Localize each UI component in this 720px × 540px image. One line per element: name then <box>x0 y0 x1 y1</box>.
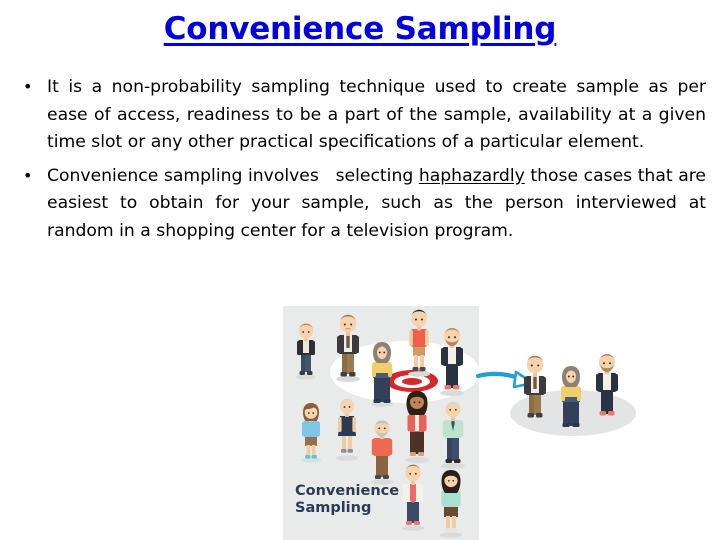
bullet-item-2: Convenience sampling involves selecting … <box>14 162 706 246</box>
slide-body: It is a non-probability sampling techniq… <box>14 73 706 251</box>
illustration-caption-line2: Sampling <box>295 500 372 516</box>
crowd-person-12-woman-mint <box>435 469 467 539</box>
crowd-person-2 <box>331 313 365 383</box>
crowd-person-7-woman-navy-dress <box>331 396 363 462</box>
crowd-person-1 <box>291 322 321 380</box>
crowd-person-4-red-shirt <box>403 308 435 378</box>
bullet-list: It is a non-probability sampling techniq… <box>14 73 706 246</box>
page-title-text: Convenience Sampling <box>163 11 557 47</box>
bullet-1-text: It is a non-probability sampling techniq… <box>47 77 706 152</box>
crowd-person-9-woman-dark-hair <box>400 390 434 464</box>
illustration-caption-line1: Convenience <box>295 483 400 499</box>
crowd-person-3-hijab <box>366 340 398 408</box>
bullet-2-underlined-word: haphazardly <box>418 165 525 186</box>
crowd-person-5-beard <box>435 327 469 397</box>
bullet-2-text-before: Convenience sampling involves selecting <box>47 165 419 186</box>
convenience-sampling-illustration: Convenience Sampling <box>283 306 720 540</box>
crowd-person-10-man-green-tie <box>436 398 470 470</box>
bullseye-ring-inner <box>402 377 422 385</box>
selected-person-3-beard <box>590 353 624 423</box>
slide-canvas: Convenience Sampling It is a non-probabi… <box>0 0 720 540</box>
crowd-person-11-man-pink-shirt <box>397 462 429 532</box>
crowd-person-8-man-orange <box>366 418 398 486</box>
selected-person-2-hijab <box>555 364 587 432</box>
page-title: Convenience Sampling <box>0 11 720 48</box>
bullet-item-1: It is a non-probability sampling techniq… <box>14 73 706 157</box>
crowd-person-6-woman-blue <box>296 402 326 464</box>
illustration-caption: Convenience Sampling <box>295 483 399 517</box>
selected-person-1 <box>518 354 552 424</box>
